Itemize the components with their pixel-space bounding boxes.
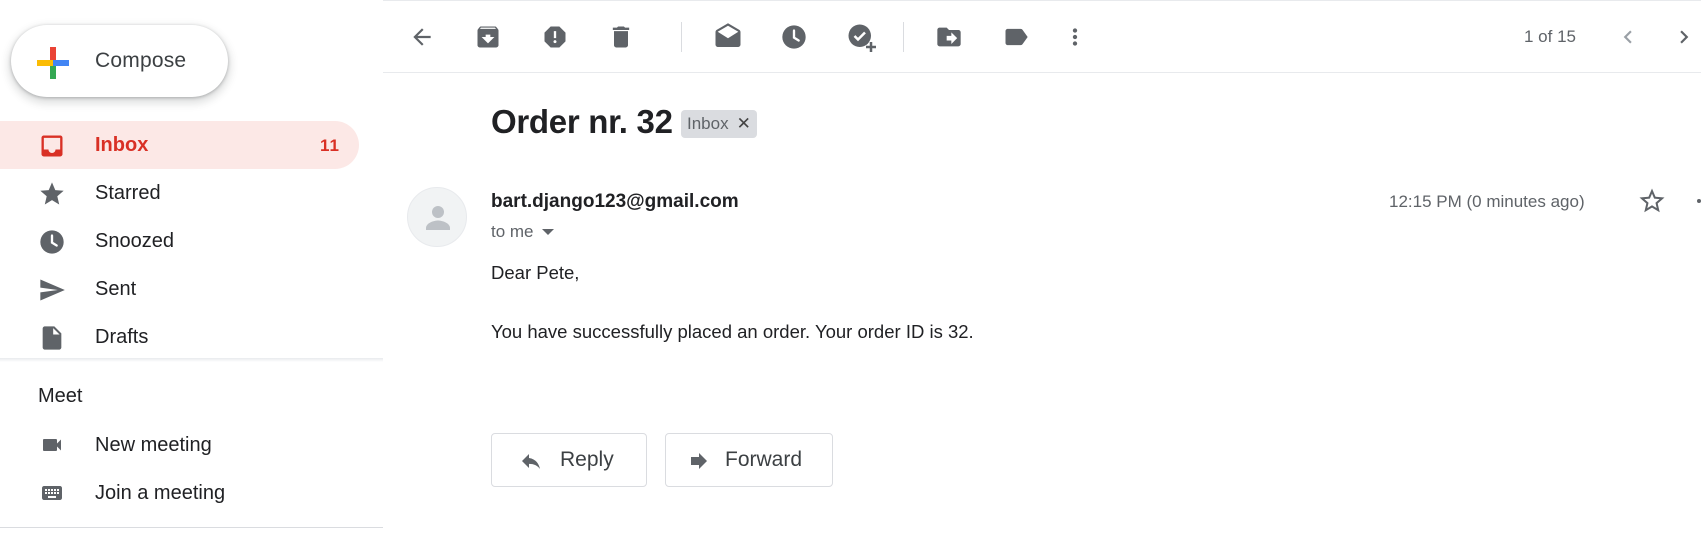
message-toolbar: 1 of 15: [383, 0, 1701, 73]
sidebar-item-starred[interactable]: Starred: [0, 169, 359, 217]
delete-icon: [612, 26, 630, 48]
sidebar-item-snoozed[interactable]: Snoozed: [0, 217, 359, 265]
reply-icon: [522, 454, 540, 469]
sidebar-bottom-divider: [0, 527, 383, 528]
forward-icon: [691, 453, 707, 469]
email-subject: Order nr. 32: [491, 103, 673, 140]
clock-icon: [40, 230, 64, 254]
sidebar-item-drafts[interactable]: Drafts: [0, 313, 359, 361]
sidebar-item-label: Inbox: [95, 134, 149, 156]
newer-button[interactable]: [1611, 20, 1645, 54]
move-to-icon: [937, 27, 961, 47]
reply-button[interactable]: Reply: [491, 433, 647, 487]
sidebar-item-label: Sent: [95, 278, 137, 300]
forward-button[interactable]: Forward: [665, 433, 833, 487]
person-icon: [426, 206, 450, 230]
compose-plus-icon: [37, 47, 69, 79]
email-body-greeting: Dear Pete,: [491, 262, 580, 283]
toolbar-separator: [681, 22, 682, 52]
sidebar-item-sent[interactable]: Sent: [0, 265, 359, 313]
older-button[interactable]: [1667, 20, 1701, 54]
sidebar-divider: [0, 358, 383, 362]
label-button[interactable]: [999, 20, 1033, 54]
compose-label: Compose: [95, 49, 187, 72]
forward-label: Forward: [725, 448, 803, 471]
more-message-options-icon[interactable]: [1693, 197, 1701, 205]
sidebar-item-label: Drafts: [95, 326, 149, 348]
unread-count-badge: 11: [320, 136, 340, 155]
back-arrow-icon: [413, 28, 431, 46]
more-vert-icon: [1072, 28, 1078, 46]
pagination-text: 1 of 15: [1524, 27, 1576, 46]
back-button[interactable]: [405, 20, 439, 54]
snooze-icon: [782, 25, 806, 49]
join-meeting-label: Join a meeting: [95, 482, 226, 504]
report-spam-icon: [544, 26, 566, 48]
sender-email: bart.django123@gmail.com: [491, 191, 739, 212]
remove-label-icon[interactable]: ✕: [737, 114, 751, 134]
join-meeting-item[interactable]: Join a meeting: [0, 470, 359, 516]
compose-button[interactable]: Compose: [11, 25, 228, 97]
chevron-left-icon: [1623, 30, 1632, 44]
label-chip-text: Inbox: [687, 114, 729, 133]
sidebar-item-label: Starred: [95, 182, 161, 204]
more-options-button[interactable]: [1058, 20, 1092, 54]
send-icon: [40, 279, 65, 301]
add-to-tasks-button[interactable]: [844, 20, 878, 54]
recipient-details-toggle[interactable]: to me: [491, 222, 554, 242]
sidebar-item-inbox[interactable]: Inbox 11: [0, 121, 359, 169]
email-timestamp: 12:15 PM (0 minutes ago): [1389, 192, 1585, 211]
draft-icon: [42, 326, 62, 350]
mark-unread-button[interactable]: [711, 20, 745, 54]
label-icon: [1005, 28, 1028, 46]
new-meeting-item[interactable]: New meeting: [0, 422, 359, 468]
video-icon: [43, 439, 61, 451]
keyboard-icon: [42, 486, 62, 500]
add-task-icon: [848, 24, 876, 52]
delete-button[interactable]: [604, 20, 638, 54]
report-spam-button[interactable]: [538, 20, 572, 54]
dropdown-caret-icon: [541, 229, 554, 235]
archive-icon: [477, 26, 499, 48]
sidebar-item-label: Snoozed: [95, 230, 174, 252]
chevron-right-icon: [1680, 30, 1689, 44]
archive-button[interactable]: [471, 20, 505, 54]
sender-avatar: [407, 187, 467, 247]
new-meeting-label: New meeting: [95, 434, 212, 456]
recipient-label: to me: [491, 222, 534, 241]
snooze-button[interactable]: [777, 20, 811, 54]
star-toggle-icon[interactable]: [1637, 186, 1667, 216]
meet-section-title: Meet: [38, 385, 83, 407]
toolbar-separator: [903, 22, 904, 52]
mark-unread-icon: [715, 23, 741, 47]
sidebar: Compose Inbox 11 Starred Snoozed Sent Dr…: [0, 0, 383, 550]
reply-label: Reply: [560, 448, 614, 471]
inbox-label-chip: Inbox ✕: [681, 110, 757, 138]
inbox-icon: [41, 135, 63, 157]
email-body-text: You have successfully placed an order. Y…: [491, 321, 974, 342]
move-to-button[interactable]: [932, 20, 966, 54]
star-icon: [40, 182, 64, 205]
